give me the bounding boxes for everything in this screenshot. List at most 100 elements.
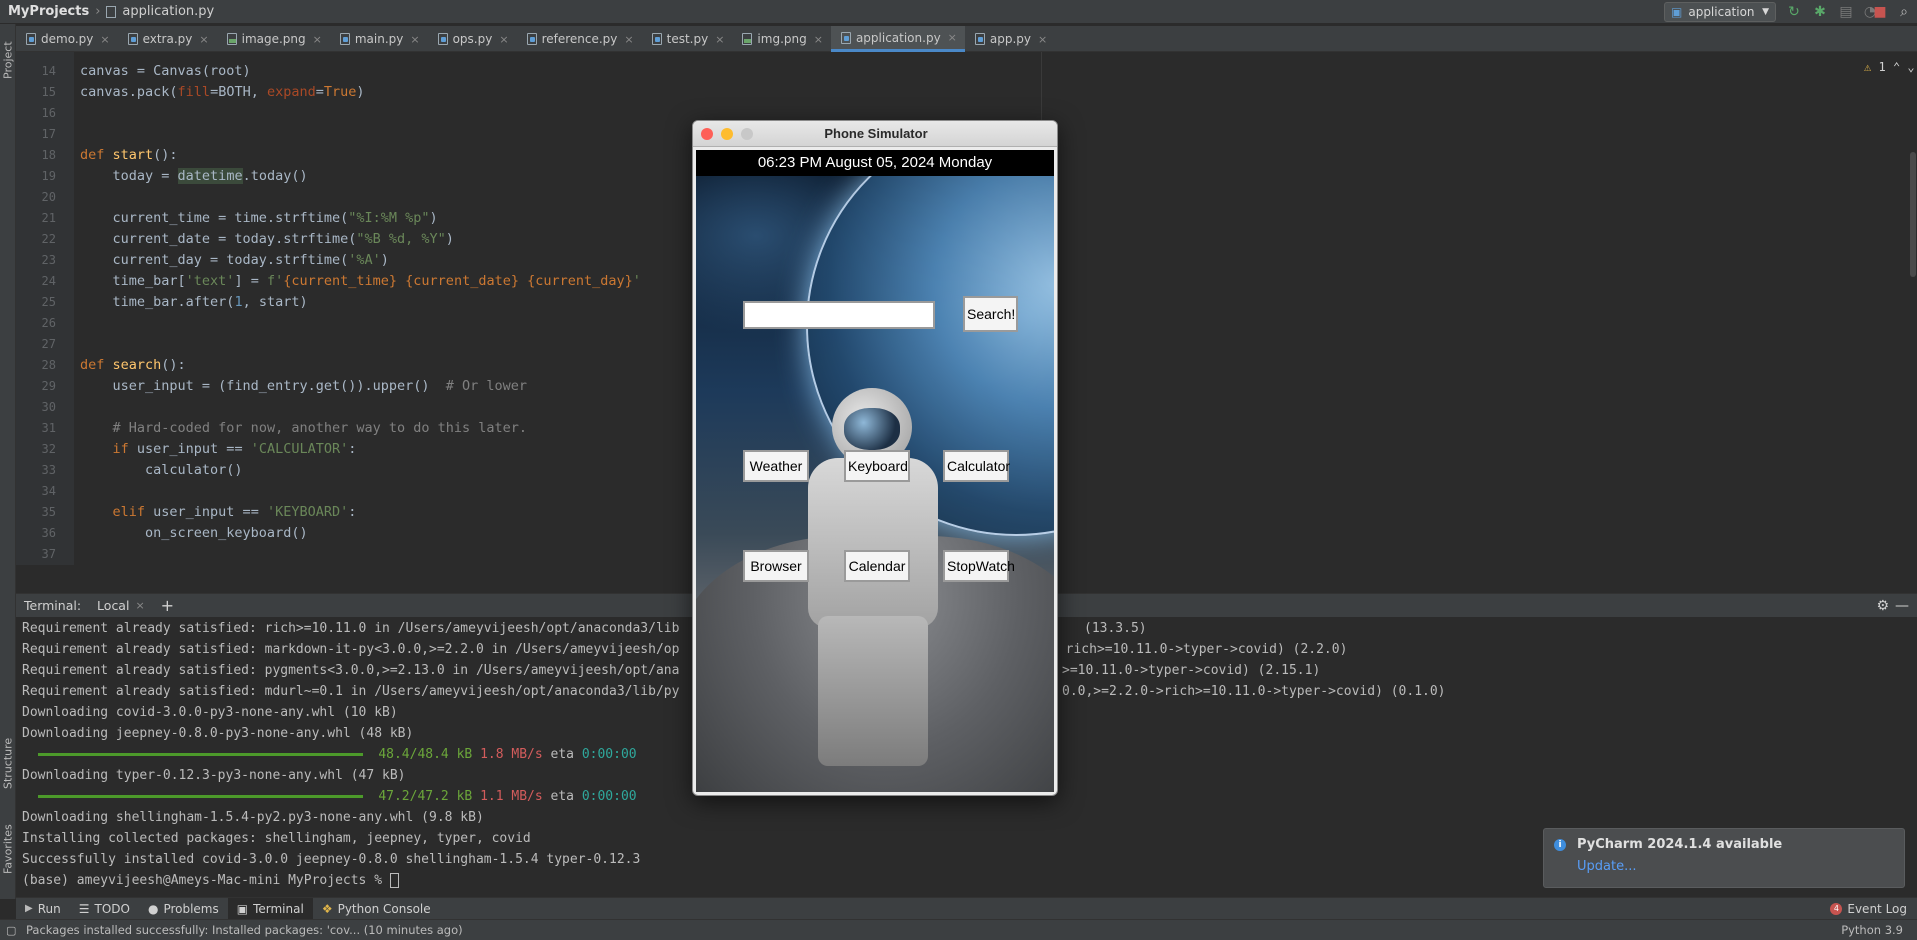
python-file-icon	[840, 31, 851, 44]
python-file-icon	[26, 33, 36, 45]
tab-main-py[interactable]: main.py ×	[330, 26, 428, 52]
coverage-icon[interactable]: ▤	[1838, 4, 1854, 20]
terminal-line: Successfully installed covid-3.0.0 jeepn…	[22, 852, 641, 867]
project-tool-button[interactable]: Project	[0, 30, 16, 90]
code-line: # Hard-coded for now, another way to do …	[112, 420, 528, 436]
gear-icon[interactable]: ⚙	[1876, 598, 1889, 614]
close-icon[interactable]: ×	[135, 599, 144, 612]
calculator-button[interactable]: Calculator	[943, 450, 1010, 482]
close-icon[interactable]: ×	[624, 33, 633, 46]
terminal-progress-line: 47.2/47.2 kB 1.1 MB/s eta 0:00:00	[22, 789, 637, 804]
terminal-line: Installing collected packages: shellingh…	[22, 831, 531, 846]
event-count-badge: 4	[1830, 903, 1843, 915]
todo-tool-button[interactable]: ☰ TODO	[70, 898, 139, 920]
search-button[interactable]: Search!	[963, 296, 1018, 332]
inspection-widget[interactable]: ⚠ 1 ⌃ ⌄	[1864, 60, 1915, 74]
code-line: current_time = time.strftime("%I:%M %p")	[80, 210, 438, 226]
tab-ops-py[interactable]: ops.py ×	[428, 26, 517, 52]
astronaut-wallpaper: Search! Weather Keyboard Calculator Brow…	[696, 176, 1054, 792]
code-line: time_bar.after(1, start)	[80, 294, 308, 310]
keyboard-button[interactable]: Keyboard	[844, 450, 910, 482]
search-input[interactable]	[743, 301, 935, 329]
rerun-icon[interactable]: ↻	[1786, 4, 1802, 20]
minimize-icon[interactable]: —	[1895, 598, 1909, 614]
problems-tool-button[interactable]: ● Problems	[139, 898, 228, 920]
terminal-line: Downloading jeepney-0.8.0-py3-none-any.w…	[22, 726, 414, 741]
run-tool-button[interactable]: ▶ Run	[16, 898, 70, 920]
terminal-prompt[interactable]: (base) ameyvijeesh@Ameys-Mac-mini MyProj…	[22, 873, 399, 888]
update-link[interactable]: Update...	[1577, 859, 1636, 874]
line-number: 29	[41, 379, 56, 393]
status-panel-icon[interactable]: ▢	[6, 924, 16, 937]
line-number: 32	[41, 442, 56, 456]
close-icon[interactable]: ×	[948, 31, 957, 44]
tab-app-py[interactable]: app.py ×	[965, 26, 1055, 52]
astronaut-legs-illustration	[818, 616, 928, 766]
terminal-title: Terminal:	[24, 598, 82, 613]
run-configuration-select[interactable]: ▣ application ▼	[1664, 2, 1776, 22]
code-line: def start():	[80, 147, 178, 163]
update-notification: i PyCharm 2024.1.4 available Update...	[1543, 828, 1905, 888]
python-run-icon: ▣	[1671, 5, 1683, 19]
tab-demo-py[interactable]: demo.py ×	[16, 26, 118, 52]
terminal-line: Requirement already satisfied: mdurl~=0.…	[22, 684, 680, 699]
stop-icon[interactable]: ■	[1872, 4, 1888, 20]
event-log-button[interactable]: 4 Event Log	[1830, 898, 1907, 920]
tab-application-py[interactable]: application.py ×	[830, 26, 965, 52]
python-file-icon	[526, 33, 537, 45]
close-icon[interactable]: ×	[1038, 33, 1047, 46]
search-everywhere-icon[interactable]: ⌕	[1896, 4, 1912, 20]
terminal-line: n rich>=10.11.0->typer->covid) (2.2.0)	[1050, 642, 1348, 657]
code-line: user_input = (find_entry.get()).upper() …	[80, 378, 528, 394]
close-icon[interactable]: ×	[100, 33, 109, 46]
window-title-bar[interactable]: Phone Simulator	[693, 121, 1057, 147]
terminal-line: 0.0,>=2.2.0->rich>=10.11.0->typer->covid…	[1062, 684, 1446, 699]
python-console-tool-button[interactable]: ❖ Python Console	[313, 898, 440, 920]
tab-image-png[interactable]: image.png ×	[217, 26, 330, 52]
line-number: 14	[41, 64, 56, 78]
terminal-tool-button[interactable]: ▣ Terminal	[227, 897, 313, 920]
line-number: 28	[41, 358, 56, 372]
close-icon[interactable]: ×	[410, 33, 419, 46]
weather-button[interactable]: Weather	[743, 450, 809, 482]
browser-button[interactable]: Browser	[743, 550, 809, 582]
structure-tool-button[interactable]: Structure	[0, 728, 16, 798]
python-file-icon	[437, 33, 448, 45]
chevron-down-icon[interactable]: ⌄	[1907, 60, 1914, 74]
tab-test-py[interactable]: test.py ×	[642, 26, 733, 52]
breadcrumb-file[interactable]: application.py	[122, 4, 214, 19]
breadcrumb-project[interactable]: MyProjects	[8, 4, 89, 19]
terminal-tab-local[interactable]: Local ×	[97, 598, 145, 613]
terminal-icon: ▣	[236, 901, 249, 916]
python-interpreter-widget[interactable]: Python 3.9	[1841, 923, 1903, 937]
close-icon[interactable]: ×	[199, 33, 208, 46]
debug-icon[interactable]: ✱	[1812, 4, 1828, 20]
close-icon[interactable]: ×	[499, 33, 508, 46]
line-number: 30	[41, 400, 56, 414]
image-file-icon	[226, 33, 237, 45]
line-number: 22	[41, 232, 56, 246]
line-number: 25	[41, 295, 56, 309]
favorites-tool-button[interactable]: Favorites	[0, 814, 16, 884]
new-terminal-icon[interactable]: +	[161, 596, 174, 615]
stopwatch-button[interactable]: StopWatch	[943, 550, 1015, 582]
close-icon[interactable]: ×	[715, 33, 724, 46]
editor-scrollbar[interactable]	[1910, 152, 1916, 277]
terminal-line: (13.3.5)	[1084, 621, 1147, 636]
play-icon: ▶	[25, 903, 33, 914]
close-icon[interactable]: ×	[313, 33, 322, 46]
tab-reference-py[interactable]: reference.py ×	[517, 26, 642, 52]
chevron-up-icon[interactable]: ⌃	[1893, 60, 1900, 74]
terminal-line: Requirement already satisfied: rich>=10.…	[22, 621, 680, 636]
tab-label: reference.py	[541, 32, 618, 46]
code-line: calculator()	[80, 462, 243, 478]
tab-img-png[interactable]: img.png ×	[732, 26, 831, 52]
tool-window-bar: ▶ Run ☰ TODO ● Problems ▣ Terminal ❖ Python C…	[16, 897, 1917, 920]
python-file-icon	[974, 33, 985, 45]
code-line: if user_input == 'CALCULATOR':	[112, 441, 357, 457]
close-icon[interactable]: ×	[814, 33, 823, 46]
tool-label: Problems	[163, 901, 219, 916]
status-message[interactable]: Packages installed successfully: Install…	[26, 923, 463, 937]
tab-extra-py[interactable]: extra.py ×	[118, 26, 217, 52]
calendar-button[interactable]: Calendar	[844, 550, 910, 582]
